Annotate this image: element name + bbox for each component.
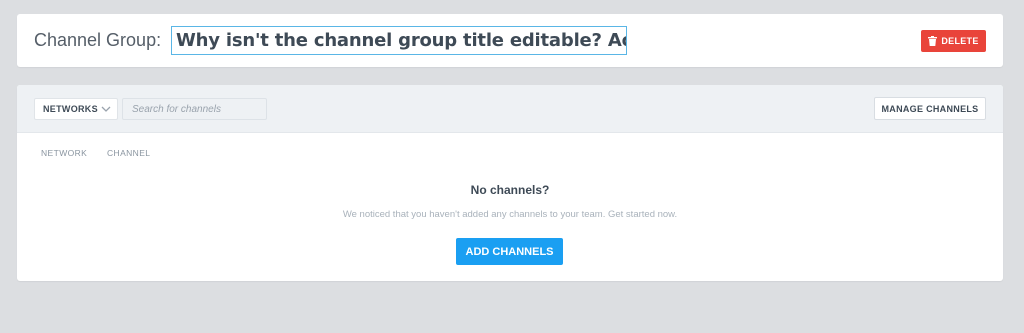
title-prefix-label: Channel Group: bbox=[34, 30, 162, 50]
channel-group-title-input[interactable]: Why isn't the channel group title editab… bbox=[171, 26, 627, 55]
networks-dropdown-label: NETWORKS bbox=[43, 104, 98, 114]
column-header-network: NETWORK bbox=[41, 148, 88, 158]
add-channels-button[interactable]: ADD CHANNELS bbox=[456, 238, 563, 265]
trash-icon bbox=[928, 36, 938, 46]
delete-button[interactable]: DELETE bbox=[921, 30, 986, 52]
chevron-down-icon bbox=[101, 106, 111, 112]
channel-group-header: Channel Group: Why isn't the channel gro… bbox=[17, 14, 1003, 67]
channels-toolbar: NETWORKS MANAGE CHANNELS bbox=[17, 85, 1003, 133]
column-header-channel: CHANNEL bbox=[107, 148, 151, 158]
networks-dropdown[interactable]: NETWORKS bbox=[34, 98, 118, 120]
channels-panel: NETWORKS MANAGE CHANNELS NETWORK CHANNEL… bbox=[17, 85, 1003, 281]
empty-state-description: We noticed that you haven't added any ch… bbox=[342, 209, 678, 220]
delete-label: DELETE bbox=[941, 36, 979, 46]
manage-channels-button[interactable]: MANAGE CHANNELS bbox=[874, 97, 986, 120]
empty-state-title: No channels? bbox=[470, 183, 550, 197]
channel-search-input[interactable] bbox=[122, 98, 267, 120]
